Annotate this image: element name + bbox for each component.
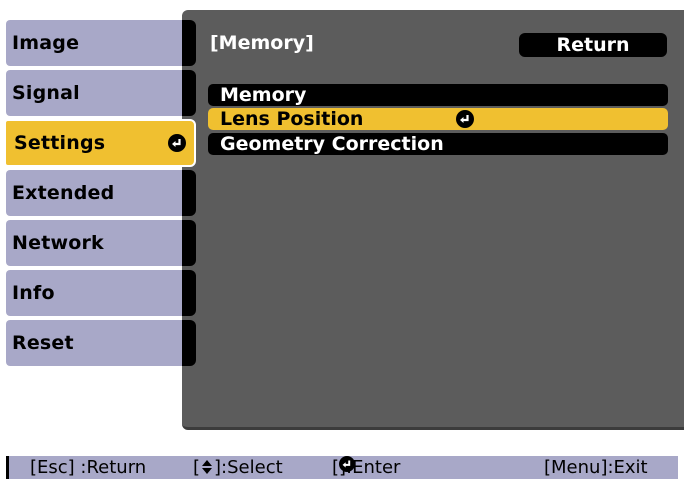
enter-icon (168, 134, 186, 152)
tab-label: Network (12, 232, 104, 254)
tab-settings[interactable]: Settings (4, 119, 196, 167)
submenu-item-memory[interactable]: Memory (208, 84, 668, 106)
tab-network[interactable]: Network (6, 220, 196, 266)
help-select-prefix: [ (193, 457, 201, 478)
submenu-item-lens-position[interactable]: Lens Position (208, 108, 668, 130)
help-bar: [Esc] :Return [ ]:Select []:Enter [Menu]:… (6, 456, 678, 479)
submenu-item-label: Lens Position (220, 108, 364, 130)
tab-reset[interactable]: Reset (6, 320, 196, 366)
help-enter-prefix: [ (332, 457, 340, 478)
submenu-item-geometry-correction[interactable]: Geometry Correction (208, 133, 668, 155)
tab-label: Info (12, 282, 55, 304)
tab-label: Image (12, 32, 80, 54)
tab-extended[interactable]: Extended (6, 170, 196, 216)
help-return-hint: [Esc] :Return (30, 457, 147, 478)
tab-label: Reset (12, 332, 74, 354)
projector-menu-screen: Image Signal Settings Extended Network I… (0, 0, 684, 479)
panel-title: [Memory] (210, 32, 314, 54)
tab-image[interactable]: Image (6, 20, 196, 66)
up-down-arrow-icon (202, 460, 213, 474)
submenu-panel (182, 10, 684, 430)
help-exit-hint: [Menu]:Exit (544, 457, 648, 478)
tab-label: Signal (12, 82, 80, 104)
enter-icon (456, 110, 474, 128)
submenu-item-label: Memory (220, 84, 307, 106)
help-select-hint: [ ]:Select (193, 456, 283, 479)
tab-info[interactable]: Info (6, 270, 196, 316)
tab-signal[interactable]: Signal (6, 70, 196, 116)
tab-label: Extended (12, 182, 115, 204)
tab-label: Settings (14, 132, 106, 154)
help-select-suffix: ]:Select (214, 457, 283, 478)
submenu-item-label: Geometry Correction (220, 133, 444, 155)
help-enter-hint: []:Enter (332, 456, 400, 479)
return-button[interactable]: Return (519, 33, 667, 57)
enter-icon (339, 456, 356, 472)
